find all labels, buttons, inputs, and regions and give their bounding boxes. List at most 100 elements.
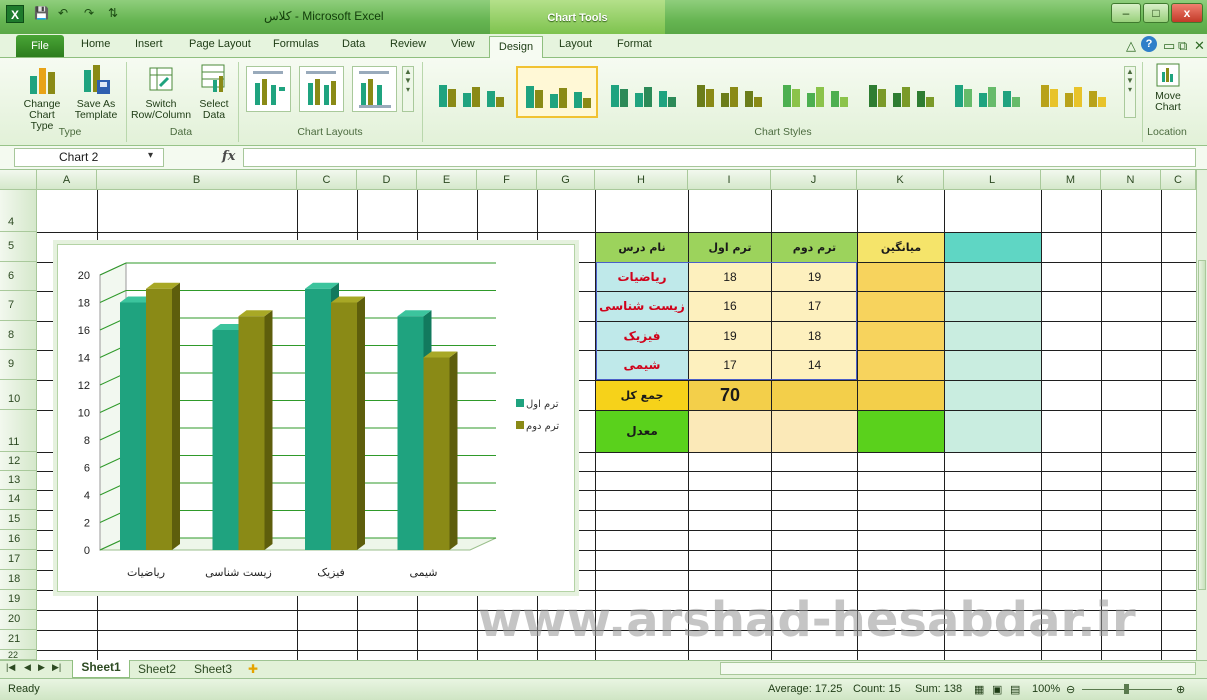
column-header-n[interactable]: N <box>1101 170 1161 190</box>
window-minimize-icon[interactable]: ▭ <box>1163 38 1175 54</box>
zoom-slider-thumb[interactable] <box>1124 684 1129 694</box>
tab-data[interactable]: Data <box>342 38 365 50</box>
cell-l9[interactable] <box>945 351 1041 380</box>
row-header-7[interactable]: 7 <box>0 291 37 321</box>
header-subject[interactable]: نام درس <box>596 233 688 262</box>
chart-layout-2-thumbnail[interactable] <box>299 66 344 112</box>
embedded-chart[interactable]: 0 2 4 6 8 10 12 14 16 18 20 ریاضیات زیست شناسی فیزیک ش… <box>57 244 575 592</box>
tab-review[interactable]: Review <box>390 38 426 50</box>
tab-insert[interactable]: Insert <box>135 38 163 50</box>
header-term2[interactable]: ترم دوم <box>772 233 857 262</box>
tab-layout[interactable]: Layout <box>559 38 592 50</box>
insert-function-icon[interactable]: fx <box>222 149 235 164</box>
formula-input[interactable] <box>243 148 1196 167</box>
cell-l10[interactable] <box>945 381 1041 410</box>
chart-svg[interactable]: 0 2 4 6 8 10 12 14 16 18 20 ریاضیات زیست شناسی فیزیک ش… <box>58 245 574 591</box>
cell-j10[interactable] <box>772 381 857 410</box>
vertical-scrollbar[interactable] <box>1196 170 1207 660</box>
sheet-tab-sheet2[interactable]: Sheet2 <box>138 662 176 676</box>
insert-sheet-icon[interactable]: ✚ <box>248 662 258 676</box>
chart-layout-3-thumbnail[interactable] <box>352 66 397 112</box>
minimize-button[interactable]: – <box>1111 3 1141 23</box>
cell-l7[interactable] <box>945 292 1041 321</box>
row-header-15[interactable]: 15 <box>0 510 37 530</box>
cell-mean-value[interactable] <box>689 411 771 452</box>
column-header-e[interactable]: E <box>417 170 477 190</box>
switch-row-column-button[interactable]: Switch Row/Column <box>128 62 194 121</box>
ribbon-minimize-icon[interactable]: △ <box>1126 38 1136 54</box>
row-header-16[interactable]: 16 <box>0 530 37 550</box>
chart-style-3-thumbnail[interactable] <box>602 66 684 118</box>
zoom-out-icon[interactable]: ⊖ <box>1066 683 1075 696</box>
column-header-i[interactable]: I <box>688 170 771 190</box>
tab-format[interactable]: Format <box>617 38 652 50</box>
row-header-5[interactable]: 5 <box>0 232 37 262</box>
prev-sheet-icon[interactable]: ◀ <box>24 662 31 673</box>
column-header-f[interactable]: F <box>477 170 537 190</box>
cell-l11[interactable] <box>945 411 1041 452</box>
header-average[interactable]: میانگین <box>858 233 944 262</box>
column-header-a[interactable]: A <box>37 170 97 190</box>
column-header-d[interactable]: D <box>357 170 417 190</box>
chart-style-4-thumbnail[interactable] <box>688 66 770 118</box>
header-term1[interactable]: ترم اول <box>689 233 771 262</box>
row-header-4[interactable]: 4 <box>0 190 37 232</box>
row-header-12[interactable]: 12 <box>0 452 37 471</box>
first-sheet-icon[interactable]: |◀ <box>6 662 15 673</box>
row-header-21[interactable]: 21 <box>0 630 37 650</box>
chart-styles-more-button[interactable]: ▲ ▼ ▾ <box>1124 66 1136 118</box>
cell-average-3[interactable] <box>858 322 944 350</box>
cell-l5[interactable] <box>945 233 1041 262</box>
cell-j11[interactable] <box>772 411 857 452</box>
column-header-c[interactable]: C <box>297 170 357 190</box>
cell-total-label[interactable]: جمع کل <box>596 381 688 410</box>
last-sheet-icon[interactable]: ▶| <box>52 662 61 673</box>
row-header-17[interactable]: 17 <box>0 550 37 570</box>
tab-file[interactable]: File <box>16 35 64 57</box>
change-chart-type-button[interactable]: Change Chart Type <box>20 62 64 132</box>
column-header-g[interactable]: G <box>537 170 595 190</box>
row-header-22[interactable]: 22 <box>0 650 37 660</box>
column-header-h[interactable]: H <box>595 170 688 190</box>
cell-k11[interactable] <box>858 411 944 452</box>
vertical-scroll-thumb[interactable] <box>1198 260 1206 590</box>
cell-mean-label[interactable]: معدل <box>596 411 688 452</box>
column-header-l[interactable]: L <box>944 170 1041 190</box>
tab-view[interactable]: View <box>451 38 475 50</box>
undo-icon[interactable]: ↶ <box>58 6 68 20</box>
chart-style-2-thumbnail-selected[interactable] <box>516 66 598 118</box>
tab-formulas[interactable]: Formulas <box>273 38 319 50</box>
cell-l8[interactable] <box>945 322 1041 350</box>
chart-layout-1-thumbnail[interactable] <box>246 66 291 112</box>
cell-average-4[interactable] <box>858 351 944 380</box>
cell-l6[interactable] <box>945 263 1041 291</box>
maximize-button[interactable]: □ <box>1143 3 1169 23</box>
row-header-14[interactable]: 14 <box>0 490 37 510</box>
row-header-8[interactable]: 8 <box>0 321 37 350</box>
chart-style-7-thumbnail[interactable] <box>946 66 1028 118</box>
tab-page-layout[interactable]: Page Layout <box>189 38 251 50</box>
sheet-tab-sheet3[interactable]: Sheet3 <box>194 662 232 676</box>
window-restore-icon[interactable]: ⧉ <box>1178 38 1187 54</box>
chart-style-1-thumbnail[interactable] <box>430 66 512 118</box>
cell-total-value[interactable]: 70 <box>689 381 771 410</box>
column-header-m[interactable]: M <box>1041 170 1101 190</box>
chart-style-8-thumbnail[interactable] <box>1032 66 1114 118</box>
name-box[interactable]: Chart 2 <box>14 148 164 167</box>
move-chart-button[interactable]: Move Chart <box>1146 62 1190 113</box>
sheet-tab-sheet1[interactable]: Sheet1 <box>72 660 130 678</box>
save-icon[interactable]: 💾 <box>34 6 49 20</box>
help-icon[interactable]: ? <box>1141 36 1157 52</box>
page-break-view-icon[interactable]: ▤ <box>1010 683 1020 696</box>
cell-k10[interactable] <box>858 381 944 410</box>
close-button[interactable]: x <box>1171 3 1203 23</box>
tab-design[interactable]: Design <box>489 36 543 59</box>
select-all-corner[interactable] <box>0 170 37 190</box>
save-as-template-button[interactable]: Save As Template <box>72 62 120 121</box>
row-header-11[interactable]: 11 <box>0 410 37 452</box>
excel-app-icon[interactable]: X <box>6 5 24 23</box>
zoom-in-icon[interactable]: ⊕ <box>1176 683 1185 696</box>
row-header-18[interactable]: 18 <box>0 570 37 590</box>
chart-layouts-more-button[interactable]: ▲ ▼ ▾ <box>402 66 414 112</box>
window-close-icon[interactable]: ✕ <box>1194 38 1205 54</box>
